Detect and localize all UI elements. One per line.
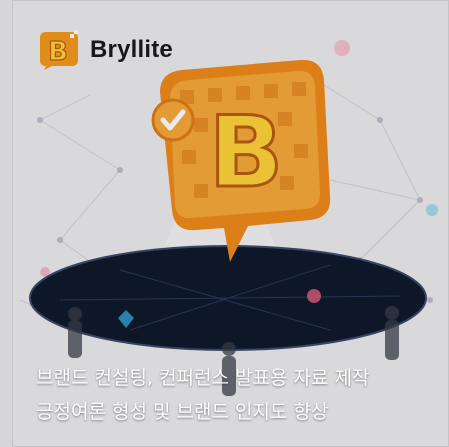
check-badge-icon [151,98,195,142]
bryllite-logo-mark-icon: B [40,30,78,70]
promo-card[interactable]: B B Bryllite 브랜드 컨설팅, 컨퍼런스 발표용 자료 제작 긍정여… [0,0,449,447]
caption: 브랜드 컨설팅, 컨퍼런스 발표용 자료 제작 긍정여론 형성 및 브랜드 인지… [36,361,431,429]
brand-name: Bryllite [90,36,173,63]
bryllite-logo: B Bryllite [36,30,173,70]
caption-line-1: 브랜드 컨설팅, 컨퍼런스 발표용 자료 제작 [36,367,370,389]
svg-text:B: B [209,96,284,210]
caption-line-2: 긍정여론 형성 및 브랜드 인지도 향상 [36,401,329,423]
svg-text:B: B [48,37,68,67]
